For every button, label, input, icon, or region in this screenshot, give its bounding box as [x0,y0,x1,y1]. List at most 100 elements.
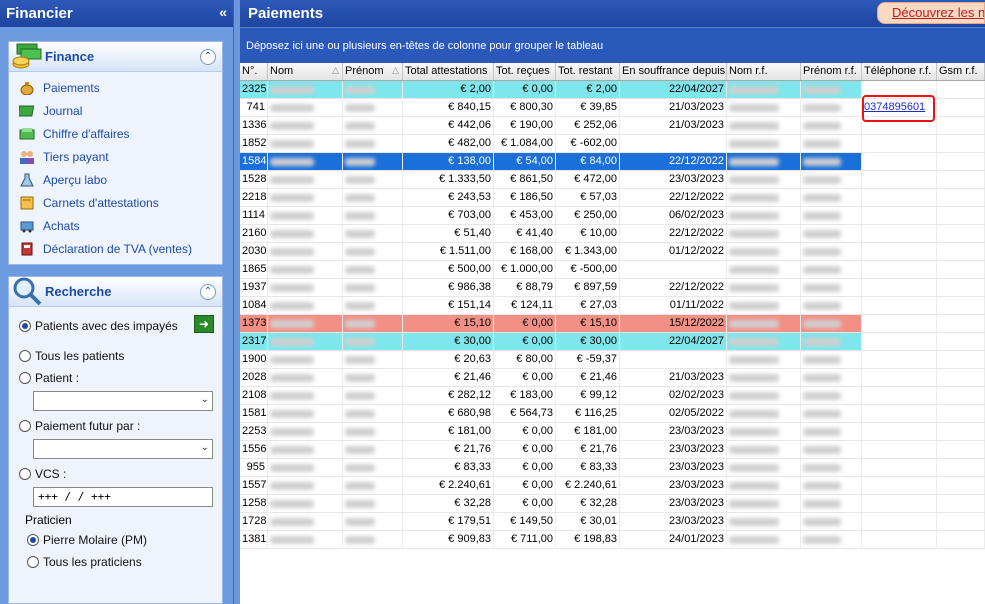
cell-prenom-redacted [343,513,403,530]
cell-depuis: 23/03/2023 [620,423,727,440]
table-row[interactable]: 2253 € 181,00 € 0,00 € 181,00 23/03/2023 [240,423,985,441]
vcs-input[interactable]: +++ / / +++ [33,487,213,507]
table-row[interactable]: 1557 € 2.240,61 € 0,00 € 2.240,61 23/03/2023 [240,477,985,495]
radio-future-payment[interactable]: Paiement futur par : [19,415,212,437]
cell-gsm-rf [937,261,985,278]
redacted-text [803,176,841,184]
sidebar-item-label: Tiers payant [43,149,109,164]
cell-depuis: 15/12/2022 [620,315,727,332]
table-row[interactable]: 1584 € 138,00 € 54,00 € 84,00 22/12/2022 [240,153,985,171]
table-row[interactable]: 1937 € 986,38 € 88,79 € 897,59 22/12/2022 [240,279,985,297]
money-stack-icon [12,43,42,69]
sidebar-item-paiements[interactable]: Paiements [19,76,222,99]
sidebar-item-label: Paiements [43,80,100,95]
sidebar-item-carnets[interactable]: Carnets d'attestations [19,191,222,214]
search-section-header[interactable]: Recherche ⌃ [9,277,222,307]
sidebar-item-tiers-payant[interactable]: Tiers payant [19,145,222,168]
table-row[interactable]: 2108 € 282,12 € 183,00 € 99,12 02/02/2023 [240,387,985,405]
cell-number: 1852 [240,135,268,152]
finance-collapse-toggle[interactable]: ⌃ [200,49,216,65]
column-header-prenom-rf[interactable]: Prénom r.f. [801,63,862,80]
sort-asc-icon: △ [332,65,339,75]
sidebar-item-achats[interactable]: Achats [19,214,222,237]
radio-all-prac-control[interactable] [27,556,39,568]
sidebar-item-chiffre-affaires[interactable]: Chiffre d'affaires [19,122,222,145]
search-go-button[interactable]: ➜ [194,315,214,333]
finance-section-header[interactable]: Finance ⌃ [9,42,222,72]
redacted-text [270,158,314,166]
table-row[interactable]: 1528 € 1.333,50 € 861,50 € 472,00 23/03/2023 [240,171,985,189]
column-header-recues[interactable]: Tot. reçues [494,63,556,80]
cell-prenom-rf-redacted [801,531,862,548]
group-by-drop-area[interactable]: Déposez ici une ou plusieurs en-têtes de… [240,27,985,63]
radio-all-praticiens[interactable]: Tous les praticiens [19,551,212,573]
collapse-sidebar-button[interactable]: « [219,4,227,20]
cell-total: € 909,83 [403,531,494,548]
discover-link[interactable]: Découvrez les n [877,2,985,24]
table-row[interactable]: 2218 € 243,53 € 186,50 € 57,03 22/12/2022 [240,189,985,207]
table-row[interactable]: 1556 € 21,76 € 0,00 € 21,76 23/03/2023 [240,441,985,459]
patient-dropdown[interactable]: ⌄ [33,391,213,411]
cell-recues: € 0,00 [494,441,556,458]
redacted-text [270,176,314,184]
cell-prenom-redacted [343,423,403,440]
column-header-nom[interactable]: Nom △ [268,63,343,80]
radio-future-control[interactable] [19,420,31,432]
table-row[interactable]: 955 € 83,33 € 0,00 € 83,33 23/03/2023 [240,459,985,477]
radio-patient[interactable]: Patient : [19,367,212,389]
cell-prenom-rf-redacted [801,135,862,152]
search-collapse-toggle[interactable]: ⌃ [200,284,216,300]
cell-restant: € 99,12 [556,387,620,404]
column-header-number[interactable]: N°. [240,63,268,80]
cell-number: 1584 [240,153,268,170]
column-header-telephone-rf[interactable]: Téléphone r.f. [862,63,937,80]
table-row[interactable]: 1373 € 15,10 € 0,00 € 15,10 15/12/2022 [240,315,985,333]
cell-number: 2325 [240,81,268,98]
cell-nom-redacted [268,531,343,548]
cell-nom-rf-redacted [727,495,801,512]
table-row[interactable]: 2317 € 30,00 € 0,00 € 30,00 22/04/2027 [240,333,985,351]
table-row[interactable]: 1114 € 703,00 € 453,00 € 250,00 06/02/2023 [240,207,985,225]
column-header-gsm-rf[interactable]: Gsm r.f. [937,63,985,80]
table-row[interactable]: 2030 € 1.511,00 € 168,00 € 1.343,00 01/12/20… [240,243,985,261]
column-header-depuis[interactable]: En souffrance depuis [620,63,727,80]
radio-all-patients[interactable]: Tous les patients [19,345,212,367]
sidebar-item-tva[interactable]: Déclaration de TVA (ventes) [19,237,222,260]
table-row[interactable]: 2028 € 21,46 € 0,00 € 21,46 21/03/2023 [240,369,985,387]
radio-unpaid-patients[interactable]: Patients avec des impayés [19,315,212,337]
radio-patient-control[interactable] [19,372,31,384]
redacted-text [345,374,375,382]
table-row[interactable]: 1900 € 20,63 € 80,00 € -59,37 [240,351,985,369]
cell-nom-redacted [268,189,343,206]
future-payment-dropdown[interactable]: ⌄ [33,439,213,459]
finance-section-title: Finance [45,49,95,64]
column-header-restant[interactable]: Tot. restant [556,63,620,80]
table-row[interactable]: 1865 € 500,00 € 1.000,00 € -500,00 [240,261,985,279]
column-header-total[interactable]: Total attestations [403,63,494,80]
column-header-nom-rf[interactable]: Nom r.f. [727,63,801,80]
table-row[interactable]: 1581 € 680,98 € 564,73 € 116,25 02/05/2022 [240,405,985,423]
cell-nom-rf-redacted [727,513,801,530]
table-row[interactable]: 2160 € 51,40 € 41,40 € 10,00 22/12/2022 [240,225,985,243]
column-header-prenom[interactable]: Prénom △ [343,63,403,80]
radio-pm-control[interactable] [27,534,39,546]
redacted-text [729,374,779,382]
sidebar-item-apercu-labo[interactable]: Aperçu labo [19,168,222,191]
table-row[interactable]: 1084 € 151,14 € 124,11 € 27,03 01/11/2022 [240,297,985,315]
table-row[interactable]: 1852 € 482,00 € 1.084,00 € -602,00 [240,135,985,153]
cell-number: 1865 [240,261,268,278]
radio-all-control[interactable] [19,350,31,362]
cell-prenom-rf-redacted [801,513,862,530]
table-row[interactable]: 1258 € 32,28 € 0,00 € 32,28 23/03/2023 [240,495,985,513]
cell-restant: € 30,01 [556,513,620,530]
sidebar-item-journal[interactable]: Journal [19,99,222,122]
cell-gsm-rf [937,441,985,458]
redacted-text [729,410,779,418]
radio-vcs-control[interactable] [19,468,31,480]
radio-praticien-pm[interactable]: Pierre Molaire (PM) [19,529,212,551]
table-row[interactable]: 1728 € 179,51 € 149,50 € 30,01 23/03/2023 [240,513,985,531]
cell-number: 2160 [240,225,268,242]
table-row[interactable]: 1381 € 909,83 € 711,00 € 198,83 24/01/2023 [240,531,985,549]
radio-vcs[interactable]: VCS : [19,463,212,485]
radio-unpaid-control[interactable] [19,320,31,332]
